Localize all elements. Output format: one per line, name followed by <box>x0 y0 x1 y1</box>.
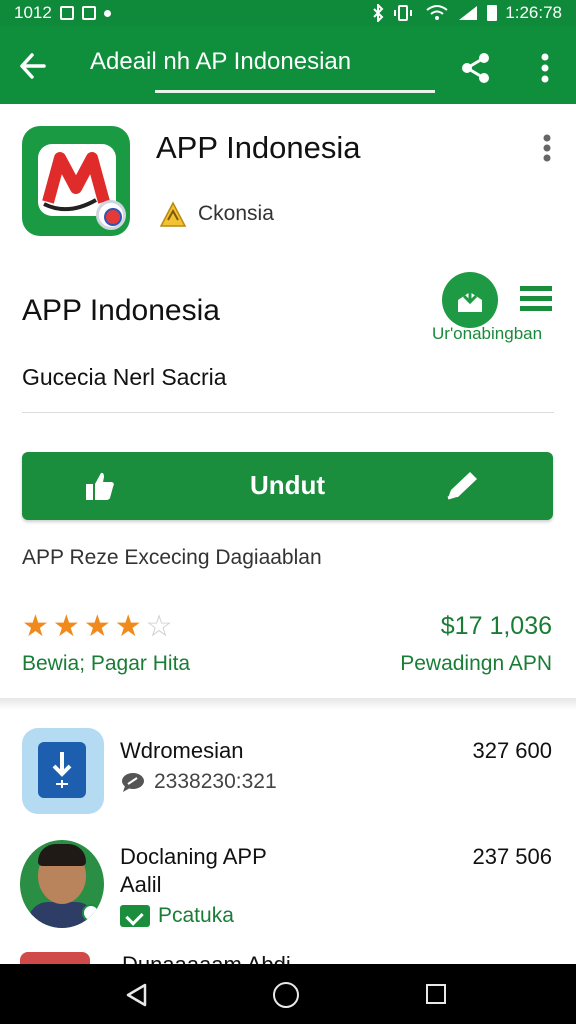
mail-icon <box>81 6 96 20</box>
list-menu-icon[interactable] <box>520 284 552 312</box>
app-bar: Adeail nh AP Indonesian <box>0 26 576 104</box>
details-title: APP Indonesia <box>22 294 220 327</box>
wifi-icon <box>426 5 448 20</box>
signal-icon <box>459 6 478 20</box>
dot-icon <box>103 9 111 17</box>
vibrate-icon <box>394 5 413 21</box>
list-item-subtitle: 2338230:321 <box>120 770 277 794</box>
nav-recents-icon[interactable] <box>426 984 446 1004</box>
battery-icon <box>487 5 498 21</box>
app-name: APP Indonesia <box>156 130 361 165</box>
app-header-card: APP Indonesia Ckonsia <box>0 104 576 259</box>
pencil-icon <box>447 472 477 500</box>
star-icon: ★ <box>83 610 111 643</box>
list-item-subtitle: Pcatuka <box>120 904 234 928</box>
list-item-subtitle-text: Pcatuka <box>158 904 234 927</box>
list-item[interactable]: Doclaning APP Aalil Pcatuka 237 506 <box>0 840 576 950</box>
app-logo-icon <box>22 126 130 236</box>
publisher-label[interactable]: Pewadingn APN <box>400 652 552 676</box>
details-subtitle: Gucecia Nerl Sacria <box>22 364 227 390</box>
system-nav-bar <box>0 964 576 1024</box>
star-icon: ★ <box>52 610 80 643</box>
list-item-value: 327 600 <box>472 738 552 763</box>
verified-icon <box>82 904 100 922</box>
list-item-title-partial: Dunaaaaam Abdi <box>122 950 291 964</box>
developer-name[interactable]: Ckonsia <box>198 202 274 226</box>
details-description: APP Reze Excecing Dagiaablan <box>22 546 322 569</box>
share-icon[interactable] <box>458 50 494 86</box>
list-item-subtitle-text: 2338230:321 <box>154 770 277 793</box>
back-arrow-icon[interactable] <box>14 46 54 86</box>
star-icon: ★ <box>114 610 142 643</box>
app-details: APP Indonesia Ur'onabingban Gucecia Nerl… <box>0 258 576 698</box>
list-item-title-line2: Aalil <box>120 872 162 897</box>
developer-badge-icon <box>159 201 187 227</box>
check-tag-icon <box>120 905 150 927</box>
overflow-menu-icon[interactable] <box>530 50 560 86</box>
bluetooth-icon <box>373 4 384 22</box>
list-item-title: Wdromesian <box>120 738 244 763</box>
status-clock: 1:26:78 <box>505 3 562 22</box>
install-icon <box>458 286 482 312</box>
star-icon: ☆ <box>145 610 173 643</box>
divider <box>22 412 554 413</box>
status-time: 1012 <box>14 3 52 22</box>
chat-icon <box>122 773 144 792</box>
nav-back-icon[interactable] <box>124 982 150 1008</box>
install-shortcut-button[interactable] <box>442 272 498 328</box>
star-icon: ★ <box>22 610 49 643</box>
list-item-title: Doclaning APP <box>120 844 267 869</box>
action-link[interactable]: Ur'onabingban <box>432 324 542 344</box>
download-button[interactable]: Undut <box>22 452 553 520</box>
section-separator <box>0 698 576 710</box>
download-doc-icon <box>22 728 104 814</box>
avatar <box>20 840 104 928</box>
price-value: $17 1,036 <box>440 612 552 640</box>
status-bar: 1012 1:26:78 <box>0 0 576 26</box>
notification-icon <box>59 6 74 20</box>
title-underline <box>155 90 435 93</box>
header-more-icon[interactable] <box>536 130 558 166</box>
app-bar-title: Adeail nh AP Indonesian <box>90 48 352 75</box>
rating-label[interactable]: Bewia; Pagar Hita <box>22 652 190 676</box>
rating-stars: ★ ★ ★ ★ ☆ <box>22 612 173 642</box>
list-item-value: 237 506 <box>472 844 552 869</box>
list-item[interactable]: Wdromesian 2338230:321 327 600 <box>0 728 576 838</box>
nav-home-icon[interactable] <box>273 982 299 1008</box>
